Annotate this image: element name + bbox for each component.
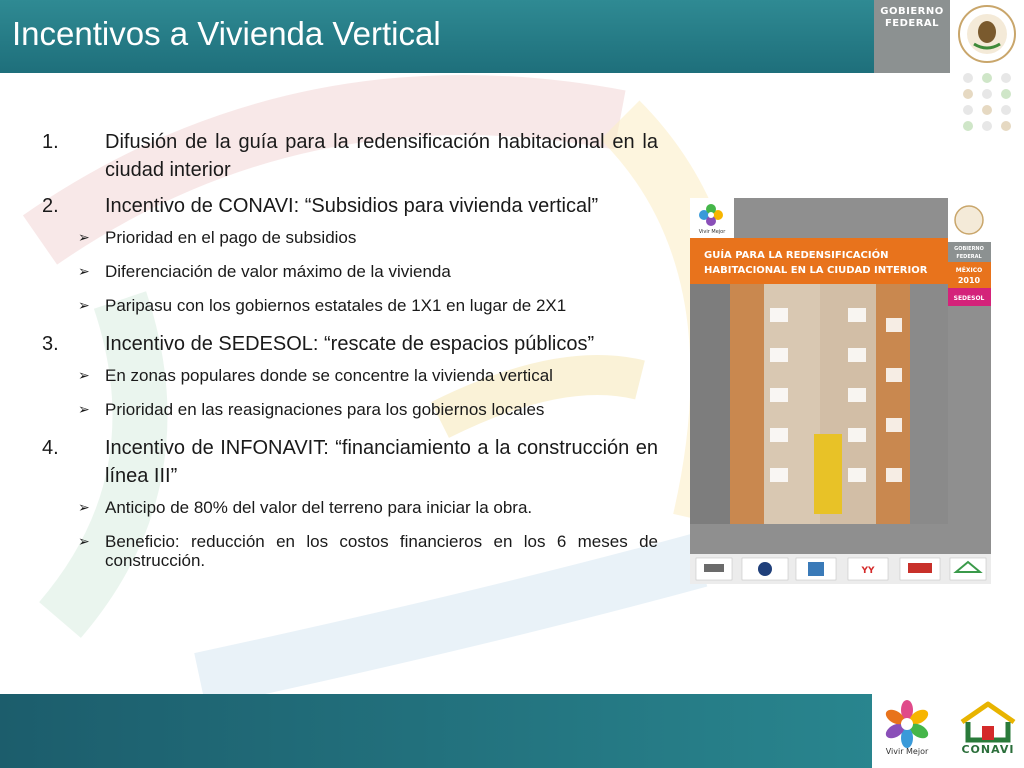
sub-bullet-text: Prioridad en el pago de subsidios [105,228,357,247]
sub-bullet: ➢ Diferenciación de valor máximo de la v… [42,262,658,281]
vivir-mejor-text: Vivir Mejor [885,747,929,756]
sub-bullet-text: Prioridad en las reasignaciones para los… [105,400,545,419]
arrow-bullet-icon: ➢ [78,533,90,549]
footer-bar [0,694,1024,768]
sub-bullet: ➢ Prioridad en las reasignaciones para l… [42,400,658,419]
sub-bullet-text: Beneficio: reducción en los costos finan… [105,532,658,570]
item-number: 2. [42,195,59,217]
arrow-bullet-icon: ➢ [78,499,90,515]
cover-gob-line1: GOBIERNO [954,246,984,252]
item-text: Difusión de la guía para la redensificac… [105,131,658,181]
numbered-item: 2. Incentivo de CONAVI: “Subsidios para … [42,192,658,220]
cover-title-line2: HABITACIONAL EN LA CIUDAD INTERIOR [704,265,928,276]
cover-title-line1: GUÍA PARA LA REDENSIFICACIÓN [704,248,888,261]
cover-sedesol: SEDESOL [954,295,985,302]
sub-bullet: ➢ En zonas populares donde se concentre … [42,366,658,385]
cover-gob-line2: FEDERAL [956,254,982,260]
cover-year: 2010 [958,276,981,285]
conavi-text: CONAVI [961,743,1015,756]
numbered-item: 4. Incentivo de INFONAVIT: “financiamien… [42,434,658,490]
cover-mexico: MÉXICO [956,266,982,274]
slide-body: 1. Difusión de la guía para la redensifi… [42,128,658,585]
mexico-seal-icon [958,5,1016,131]
svg-text:YY: YY [860,566,875,576]
guide-cover-image: Vivir Mejor GUÍA PARA LA REDENSIFICACIÓN… [690,198,991,584]
arrow-bullet-icon: ➢ [78,367,90,383]
sub-bullet-text: Paripasu con los gobiernos estatales de … [105,296,567,315]
numbered-item: 1. Difusión de la guía para la redensifi… [42,128,658,184]
gobierno-federal-label: GOBIERNO FEDERAL [880,6,944,29]
numbered-item: 3. Incentivo de SEDESOL: “rescate de esp… [42,330,658,358]
arrow-bullet-icon: ➢ [78,401,90,417]
item-text: Incentivo de SEDESOL: “rescate de espaci… [105,333,595,355]
cover-vivir-mejor-text: Vivir Mejor [699,229,727,235]
arrow-bullet-icon: ➢ [78,297,90,313]
item-number: 1. [42,131,59,153]
arrow-bullet-icon: ➢ [78,229,90,245]
item-number: 4. [42,437,59,459]
sub-bullet: ➢ Prioridad en el pago de subsidios [42,228,658,247]
sub-bullet: ➢ Beneficio: reducción en los costos fin… [42,532,658,570]
cover-seal-icon [954,205,984,235]
slide-title: Incentivos a Vivienda Vertical [12,15,441,52]
gobierno-federal-logo: GOBIERNO FEDERAL [874,0,950,73]
item-number: 3. [42,333,59,355]
seal-area [950,0,1024,140]
sub-bullet: ➢ Paripasu con los gobiernos estatales d… [42,296,658,315]
conavi-house-icon [960,701,1016,743]
item-text: Incentivo de INFONAVIT: “financiamiento … [105,437,658,487]
arrow-bullet-icon: ➢ [78,263,90,279]
sub-bullet: ➢ Anticipo de 80% del valor del terreno … [42,498,658,517]
footer-logos: Vivir Mejor CONAVI [872,694,1024,768]
sub-bullet-text: Diferenciación de valor máximo de la viv… [105,262,451,281]
sub-bullet-text: Anticipo de 80% del valor del terreno pa… [105,498,533,517]
sub-bullet-text: En zonas populares donde se concentre la… [105,366,553,385]
title-bar: Incentivos a Vivienda Vertical [0,0,1024,73]
guide-cover-illustration: Vivir Mejor GUÍA PARA LA REDENSIFICACIÓN… [690,198,991,584]
yellow-tank [814,434,842,514]
vivir-mejor-flower-icon [885,700,929,748]
item-text: Incentivo de CONAVI: “Subsidios para viv… [105,195,599,217]
